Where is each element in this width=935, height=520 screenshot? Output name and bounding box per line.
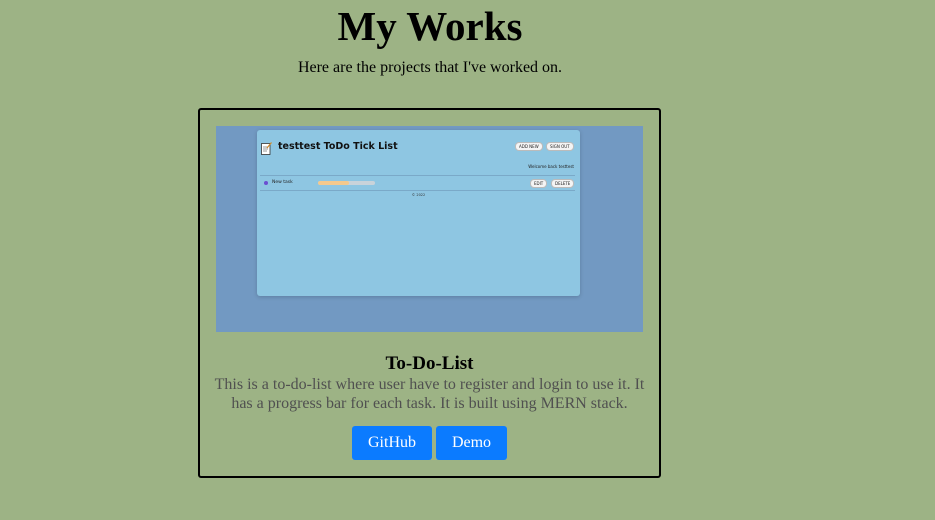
task-progress-fill: [318, 181, 350, 185]
app-header: testtest ToDo Tick List: [261, 140, 398, 155]
task-radio: [264, 181, 268, 185]
task-row: New task EDIT DELETE: [260, 175, 575, 191]
task-progress-bar: [318, 181, 375, 185]
task-name: New task: [272, 180, 293, 185]
project-links: GitHub Demo: [200, 426, 659, 460]
sign-out-button: SIGN OUT: [546, 142, 574, 151]
app-window: testtest ToDo Tick List ADD NEW SIGN OUT…: [257, 130, 580, 296]
page-title: My Works: [337, 3, 523, 49]
demo-button[interactable]: Demo: [436, 426, 507, 460]
delete-button: DELETE: [551, 179, 575, 188]
app-title: testtest ToDo Tick List: [278, 141, 398, 152]
copyright-text: © 2022: [411, 193, 426, 197]
project-card: testtest ToDo Tick List ADD NEW SIGN OUT…: [198, 108, 661, 478]
edit-button: EDIT: [530, 179, 548, 188]
project-screenshot: testtest ToDo Tick List ADD NEW SIGN OUT…: [216, 126, 643, 332]
add-new-button: ADD NEW: [515, 142, 543, 151]
page-subtitle: Here are the projects that I've worked o…: [297, 59, 563, 76]
welcome-text: Welcome back testtest: [528, 164, 574, 169]
github-button[interactable]: GitHub: [352, 426, 432, 460]
project-description: This is a to-do-list where user have to …: [214, 376, 645, 412]
notepad-icon: [261, 140, 272, 155]
project-title: To-Do-List: [385, 353, 474, 374]
